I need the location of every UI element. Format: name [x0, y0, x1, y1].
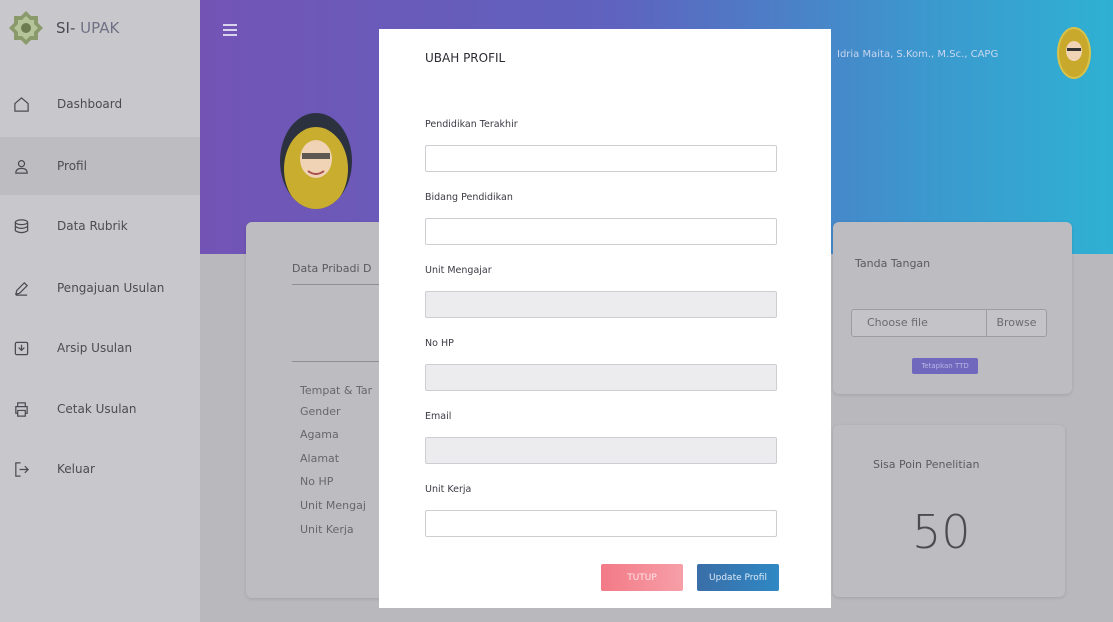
user-icon: [15, 159, 28, 174]
data-row-label: Tempat & Tar: [300, 384, 373, 397]
sidebar-item-label: Dashboard: [57, 97, 123, 111]
sidebar-item-label: Data Rubrik: [57, 219, 128, 233]
bidang-pendidikan-input[interactable]: [425, 218, 777, 245]
user-avatar[interactable]: [1057, 27, 1091, 79]
printer-icon: [15, 401, 28, 417]
modal-title: UBAH PROFIL: [425, 51, 506, 65]
logout-icon: [15, 461, 29, 477]
pendidikan-terakhir-input[interactable]: [425, 145, 777, 172]
pencil-icon: [14, 281, 29, 296]
file-input-label: Choose file: [867, 316, 928, 329]
data-row-label: Gender: [300, 405, 341, 418]
sidebar-item-data-rubrik[interactable]: Data Rubrik: [0, 197, 200, 255]
divider: [292, 361, 380, 362]
archive-icon: [14, 341, 29, 355]
update-profile-button[interactable]: Update Profil: [697, 564, 779, 591]
data-row-label: Alamat: [300, 452, 340, 465]
no-hp-input[interactable]: [425, 364, 777, 391]
sidebar-item-label: Keluar: [57, 462, 95, 476]
sidebar-item-cetak-usulan[interactable]: Cetak Usulan: [0, 380, 200, 438]
field-label-no-hp: No HP: [425, 338, 454, 349]
sidebar-item-pengajuan-usulan[interactable]: Pengajuan Usulan: [0, 259, 200, 317]
sidebar-item-arsip-usulan[interactable]: Arsip Usulan: [0, 319, 200, 377]
field-label-unit-mengajar: Unit Mengajar: [425, 265, 492, 276]
database-icon: [14, 218, 29, 233]
data-row-label: Unit Kerja: [300, 523, 354, 536]
sidebar-item-label: Arsip Usulan: [57, 341, 133, 355]
profile-photo: [280, 113, 352, 209]
sisa-poin-value: 50: [912, 505, 971, 559]
data-row-label: No HP: [300, 475, 334, 488]
unit-mengajar-input[interactable]: [425, 291, 777, 318]
data-row-label: Unit Mengaj: [300, 499, 366, 512]
data-pribadi-title: Data Pribadi D: [292, 262, 372, 275]
profile-avatar: [280, 113, 352, 209]
sidebar-item-label: Cetak Usulan: [57, 402, 137, 416]
app-logo-icon: [9, 11, 43, 45]
field-label-unit-kerja: Unit Kerja: [425, 484, 472, 495]
brand-suffix: UPAK: [80, 19, 120, 37]
brand-prefix: SI-: [56, 19, 76, 37]
home-icon: [14, 96, 29, 112]
sidebar-item-keluar[interactable]: Keluar: [0, 440, 200, 498]
sidebar-item-label: Profil: [57, 159, 87, 173]
field-label-pendidikan-terakhir: Pendidikan Terakhir: [425, 119, 518, 130]
browse-button[interactable]: Browse: [986, 310, 1046, 336]
divider: [292, 284, 380, 285]
user-name[interactable]: Idria Maita, S.Kom., M.Sc., CAPG: [837, 49, 998, 60]
signature-file-input[interactable]: Choose file Browse: [851, 309, 1047, 337]
sidebar-item-label: Pengajuan Usulan: [57, 281, 165, 295]
brand[interactable]: SI- UPAK: [8, 10, 119, 46]
tanda-tangan-title: Tanda Tangan: [855, 257, 931, 270]
field-label-email: Email: [425, 411, 452, 422]
sidebar: SI- UPAK Dashboard Profil Data Rubrik Pe…: [0, 0, 200, 622]
set-signature-button[interactable]: Tetapkan TTD: [912, 358, 978, 374]
sidebar-item-dashboard[interactable]: Dashboard: [0, 75, 200, 133]
field-label-bidang-pendidikan: Bidang Pendidikan: [425, 192, 513, 203]
avatar-image: [1057, 27, 1091, 79]
sidebar-item-profil[interactable]: Profil: [0, 137, 200, 195]
close-button[interactable]: TUTUP: [601, 564, 683, 591]
edit-profile-modal: UBAH PROFIL Pendidikan Terakhir Bidang P…: [379, 29, 831, 608]
data-row-label: Agama: [300, 428, 339, 441]
unit-kerja-input[interactable]: [425, 510, 777, 537]
email-input[interactable]: [425, 437, 777, 464]
sisa-poin-title: Sisa Poin Penelitian: [873, 458, 980, 471]
menu-toggle-icon[interactable]: [223, 24, 237, 39]
